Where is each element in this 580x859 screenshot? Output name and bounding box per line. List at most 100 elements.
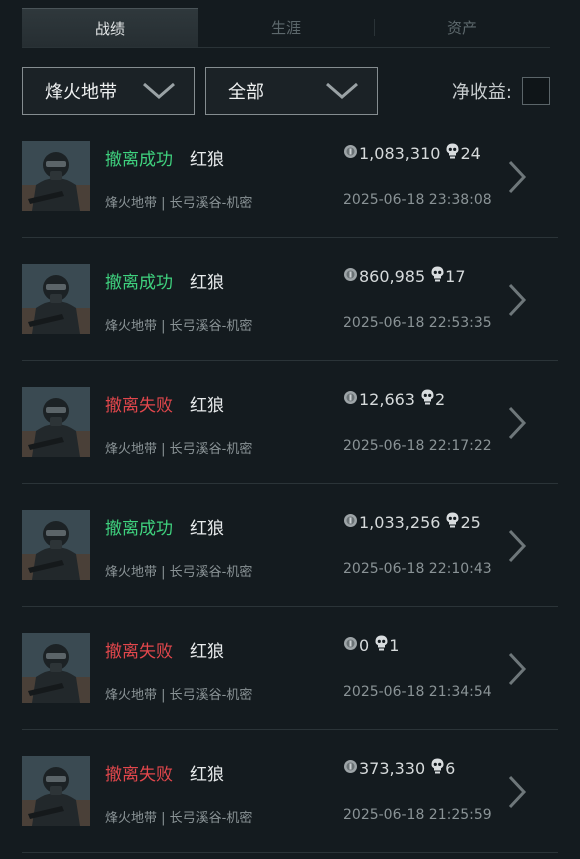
record-time: 2025-06-18 21:25:59 bbox=[343, 807, 492, 823]
extraction-status: 撤离成功 bbox=[105, 273, 173, 293]
kill-count: 24 bbox=[460, 143, 481, 163]
coin-icon bbox=[343, 759, 358, 778]
map-label: 长弓溪谷-机密 bbox=[169, 565, 253, 580]
record-row[interactable]: 撤离失败 红狼 烽火地带 | 长弓溪谷-机密 373,330 6 2025-06… bbox=[22, 730, 558, 853]
record-row[interactable]: 撤离成功 红狼 烽火地带 | 长弓溪谷-机密 1,083,310 24 2025… bbox=[22, 115, 558, 238]
skull-icon bbox=[446, 512, 459, 532]
map-label: 长弓溪谷-机密 bbox=[169, 319, 253, 334]
operator-name: 红狼 bbox=[190, 642, 224, 662]
coin-icon bbox=[343, 267, 358, 286]
coin-icon bbox=[343, 390, 358, 409]
skull-icon bbox=[431, 266, 444, 286]
chevron-right-icon[interactable] bbox=[507, 405, 527, 445]
skull-icon bbox=[375, 635, 388, 655]
coin-icon bbox=[343, 513, 358, 532]
mode-map-label: 烽火地带 | 长弓溪谷-机密 bbox=[105, 561, 252, 580]
loot-value-text: 1,033,256 bbox=[359, 512, 441, 532]
loot-value: 12,663 2 bbox=[343, 389, 445, 409]
operator-name: 红狼 bbox=[190, 765, 224, 785]
loot-value-text: 12,663 bbox=[359, 389, 415, 409]
mode-label: 烽火地带 bbox=[105, 319, 158, 334]
separator: | bbox=[157, 688, 170, 703]
kill-count: 25 bbox=[460, 512, 481, 532]
record-time: 2025-06-18 21:34:54 bbox=[343, 684, 492, 700]
kill-count: 6 bbox=[445, 758, 456, 778]
mode-label: 烽火地带 bbox=[105, 442, 158, 457]
extraction-status: 撤离失败 bbox=[105, 642, 173, 662]
coin-icon bbox=[343, 636, 358, 655]
record-row[interactable]: 撤离失败 红狼 烽火地带 | 长弓溪谷-机密 12,663 2 2025-06-… bbox=[22, 361, 558, 484]
chevron-down-icon bbox=[142, 82, 176, 100]
net-profit-checkbox[interactable] bbox=[522, 77, 550, 105]
map-label: 长弓溪谷-机密 bbox=[169, 442, 253, 457]
extraction-status: 撤离成功 bbox=[105, 519, 173, 539]
record-time: 2025-06-18 22:53:35 bbox=[343, 315, 492, 331]
operator-name: 红狼 bbox=[190, 273, 224, 293]
separator: | bbox=[157, 565, 170, 580]
separator: | bbox=[157, 442, 170, 457]
record-time: 2025-06-18 22:10:43 bbox=[343, 561, 492, 577]
record-list: 撤离成功 红狼 烽火地带 | 长弓溪谷-机密 1,083,310 24 2025… bbox=[22, 115, 558, 853]
skull-icon bbox=[446, 143, 459, 163]
loot-value-text: 1,083,310 bbox=[359, 143, 441, 163]
mode-map-label: 烽火地带 | 长弓溪谷-机密 bbox=[105, 192, 252, 211]
operator-avatar bbox=[22, 633, 90, 703]
loot-value: 0 1 bbox=[343, 635, 399, 655]
mode-map-label: 烽火地带 | 长弓溪谷-机密 bbox=[105, 438, 252, 457]
record-row[interactable]: 撤离成功 红狼 烽火地带 | 长弓溪谷-机密 1,033,256 25 2025… bbox=[22, 484, 558, 607]
separator: | bbox=[157, 319, 170, 334]
operator-avatar bbox=[22, 510, 90, 580]
map-label: 长弓溪谷-机密 bbox=[169, 196, 253, 211]
record-row[interactable]: 撤离失败 红狼 烽火地带 | 长弓溪谷-机密 0 1 2025-06-18 21… bbox=[22, 607, 558, 730]
operator-avatar bbox=[22, 141, 90, 211]
separator: | bbox=[157, 196, 170, 211]
record-row[interactable]: 撤离成功 红狼 烽火地带 | 长弓溪谷-机密 860,985 17 2025-0… bbox=[22, 238, 558, 361]
extraction-status: 撤离失败 bbox=[105, 396, 173, 416]
scope-select[interactable]: 全部 bbox=[205, 67, 378, 115]
mode-label: 烽火地带 bbox=[105, 565, 158, 580]
extraction-status: 撤离成功 bbox=[105, 150, 173, 170]
loot-value-text: 0 bbox=[359, 635, 370, 655]
operator-name: 红狼 bbox=[190, 519, 224, 539]
tab-record[interactable]: 战绩 bbox=[22, 8, 198, 47]
mode-select[interactable]: 烽火地带 bbox=[22, 67, 195, 115]
map-label: 长弓溪谷-机密 bbox=[169, 811, 253, 826]
map-label: 长弓溪谷-机密 bbox=[169, 688, 253, 703]
kill-count: 17 bbox=[445, 266, 466, 286]
tab-assets[interactable]: 资产 bbox=[374, 8, 550, 47]
operator-avatar bbox=[22, 387, 90, 457]
loot-value: 860,985 17 bbox=[343, 266, 466, 286]
filter-bar: 烽火地带 全部 净收益: bbox=[22, 67, 550, 115]
extraction-status: 撤离失败 bbox=[105, 765, 173, 785]
record-time: 2025-06-18 23:38:08 bbox=[343, 192, 492, 208]
mode-label: 烽火地带 bbox=[105, 196, 158, 211]
mode-map-label: 烽火地带 | 长弓溪谷-机密 bbox=[105, 807, 252, 826]
loot-value-text: 860,985 bbox=[359, 266, 426, 286]
separator: | bbox=[157, 811, 170, 826]
mode-map-label: 烽火地带 | 长弓溪谷-机密 bbox=[105, 315, 252, 334]
skull-icon bbox=[431, 758, 444, 778]
skull-icon bbox=[421, 389, 434, 409]
record-time: 2025-06-18 22:17:22 bbox=[343, 438, 492, 454]
operator-avatar bbox=[22, 756, 90, 826]
operator-name: 红狼 bbox=[190, 396, 224, 416]
scope-select-value: 全部 bbox=[228, 82, 264, 103]
mode-label: 烽火地带 bbox=[105, 811, 158, 826]
tab-bar: 战绩 生涯 资产 bbox=[22, 8, 550, 48]
mode-label: 烽火地带 bbox=[105, 688, 158, 703]
operator-name: 红狼 bbox=[190, 150, 224, 170]
chevron-right-icon[interactable] bbox=[507, 774, 527, 814]
kill-count: 1 bbox=[389, 635, 400, 655]
kill-count: 2 bbox=[434, 389, 446, 409]
loot-value: 1,083,310 24 bbox=[343, 143, 481, 163]
chevron-down-icon bbox=[325, 82, 359, 100]
chevron-right-icon[interactable] bbox=[507, 651, 527, 691]
mode-map-label: 烽火地带 | 长弓溪谷-机密 bbox=[105, 684, 252, 703]
coin-icon bbox=[343, 144, 358, 163]
loot-value-text: 373,330 bbox=[359, 758, 426, 778]
chevron-right-icon[interactable] bbox=[507, 159, 527, 199]
tab-career[interactable]: 生涯 bbox=[198, 8, 374, 47]
chevron-right-icon[interactable] bbox=[507, 282, 527, 322]
loot-value: 1,033,256 25 bbox=[343, 512, 481, 532]
chevron-right-icon[interactable] bbox=[507, 528, 527, 568]
